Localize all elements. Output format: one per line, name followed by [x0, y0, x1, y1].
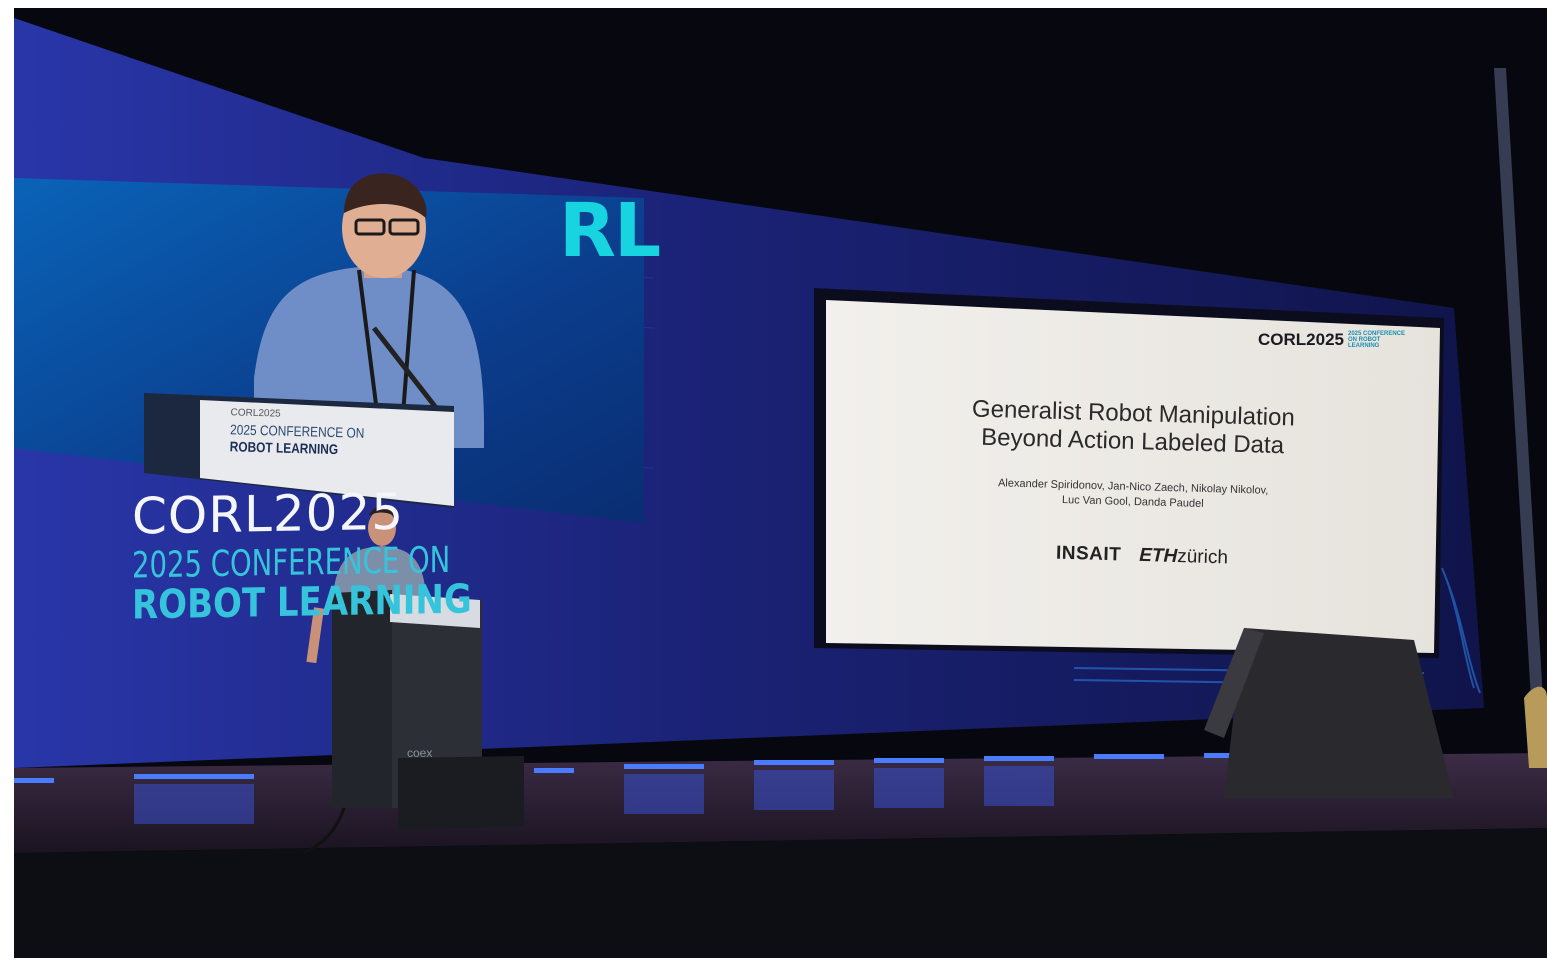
- wall-brand: CORL2025 2025 CONFERENCE ON ROBOT LEARNI…: [132, 482, 532, 629]
- insait-logo: INSAIT: [1055, 542, 1122, 566]
- slide-brand-logo: CORL2025: [1258, 330, 1344, 349]
- sign-line-2: ROBOT LEARNING: [229, 438, 339, 458]
- slide-brand-sub: 2025 CONFERENCE ON ROBOT LEARNING: [1348, 331, 1406, 349]
- wall-line-2: ROBOT LEARNING: [132, 576, 472, 629]
- screen-corner-letters: RL: [559, 188, 661, 274]
- sign-small-logo: CORL2025: [230, 407, 281, 420]
- slide-authors: Alexander Spiridonov, Jan-Nico Zaech, Ni…: [826, 471, 1441, 518]
- slide-logos: INSAIT ETHzürich: [1055, 542, 1228, 570]
- eth-logo-bold: ETH: [1139, 544, 1178, 567]
- presentation-slide: CORL2025 2025 CONFERENCE ON ROBOT LEARNI…: [826, 300, 1440, 645]
- slide-title: Generalist Robot Manipulation Beyond Act…: [825, 391, 1440, 463]
- stage-monitor: [398, 756, 524, 830]
- wall-logo: CORL2025: [132, 482, 405, 546]
- podium-venue-mark: coex: [407, 746, 433, 760]
- eth-logo-light: zürich: [1176, 545, 1229, 569]
- eth-logo: ETHzürich: [1139, 545, 1228, 569]
- screen-podium-sign: CORL2025 2025 CONFERENCE ON ROBOT LEARNI…: [217, 399, 449, 477]
- conference-stage-photo: CORL2025 2025 CONFERENCE ON ROBOT LEARNI…: [14, 8, 1547, 958]
- slide-brand: CORL2025 2025 CONFERENCE ON ROBOT LEARNI…: [1258, 330, 1410, 350]
